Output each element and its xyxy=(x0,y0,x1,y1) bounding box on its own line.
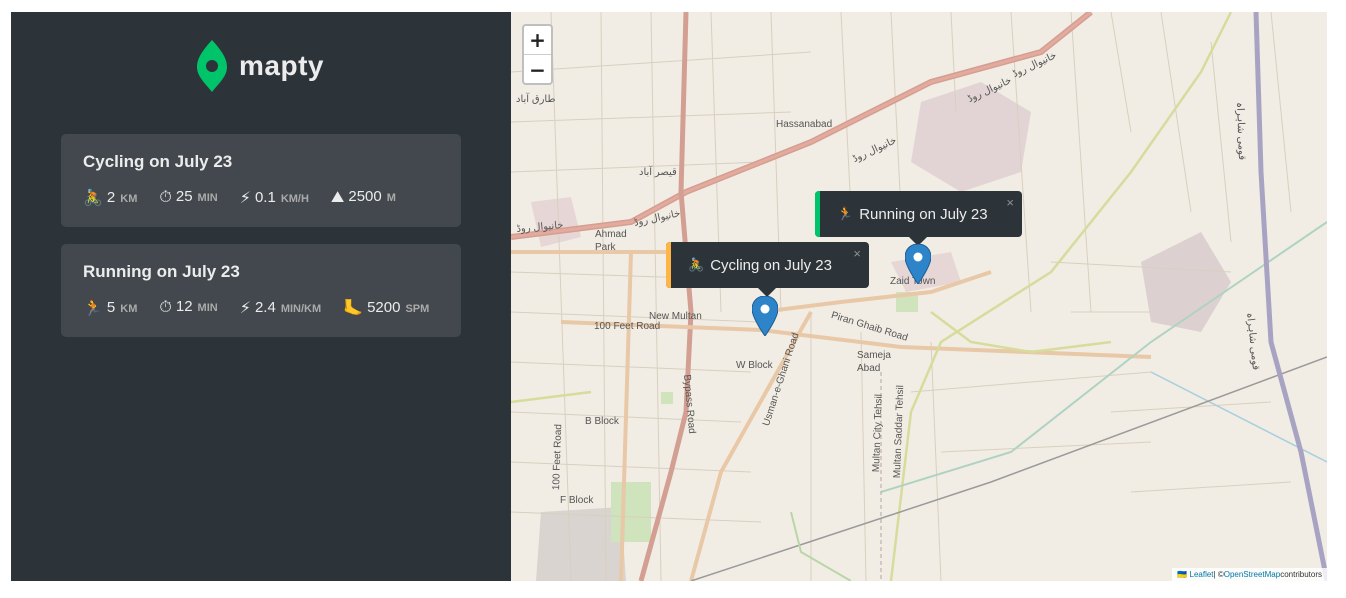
popup-close-button[interactable]: × xyxy=(1006,195,1014,210)
zoom-in-button[interactable]: + xyxy=(524,26,551,55)
footprint-icon: 🦶 xyxy=(343,300,364,317)
map-label-tariq-abad: طارق آباد xyxy=(516,94,556,105)
duration-value: 12 xyxy=(175,298,193,315)
popup-cycling: 🚴 Cycling on July 23 × xyxy=(666,242,869,297)
map-label-b-block: B Block xyxy=(585,416,619,427)
workout-distance: 🚴 2 km xyxy=(83,187,137,207)
popup-accent-bar xyxy=(666,242,671,288)
map-tiles[interactable] xyxy=(511,12,1327,581)
map-label-100-feet-road-vertical: 100 Feet Road xyxy=(551,423,565,491)
workout-elevation: ⛰ 2500 m xyxy=(331,188,396,206)
distance-value: 5 xyxy=(106,299,116,316)
duration-value: 25 xyxy=(175,188,193,205)
workout-details: 🚴 2 km ⏱ 25 min ⚡ 0.1 km/h ⛰ 2500 m xyxy=(83,187,418,207)
popup-running: 🏃 Running on July 23 × xyxy=(815,191,1022,246)
map-label-ahmad-park: Ahmad Park xyxy=(595,229,627,253)
workout-card-cycling[interactable]: Cycling on July 23 🚴 2 km ⏱ 25 min ⚡ 0.1… xyxy=(61,134,461,227)
elevation-unit: m xyxy=(386,192,396,204)
workout-title: Running on July 23 xyxy=(83,262,240,281)
map-label-sameja-abad: Sameja Abad xyxy=(857,350,891,374)
popup-label: Cycling on July 23 xyxy=(710,256,832,274)
map-marker-running[interactable] xyxy=(905,244,931,284)
popup-accent-bar xyxy=(815,191,820,237)
map-label-f-block: F Block xyxy=(560,495,594,506)
distance-unit: km xyxy=(120,303,138,315)
workout-pace: ⚡ 2.4 min/km xyxy=(240,297,321,317)
osm-link[interactable]: OpenStreetMap xyxy=(1224,570,1280,579)
duration-unit: min xyxy=(197,192,218,204)
leaflet-link[interactable]: 🇺🇦 Leaflet xyxy=(1177,570,1213,579)
elevation-value: 2500 xyxy=(348,188,382,205)
map-label-qaisar-abad: قیصر آباد xyxy=(639,167,677,178)
workout-speed: ⚡ 0.1 km/h xyxy=(240,187,309,207)
lightning-icon: ⚡ xyxy=(239,300,251,317)
attribution-contributors: contributors xyxy=(1280,570,1322,579)
attribution-separator: | © xyxy=(1213,570,1224,579)
map-pin-logo-icon xyxy=(197,40,227,92)
map-marker-cycling[interactable] xyxy=(752,296,778,336)
cycling-icon: 🚴 xyxy=(83,190,103,207)
map-label-w-block: W Block xyxy=(736,360,773,371)
app-name: mapty xyxy=(239,50,324,81)
cadence-unit: spm xyxy=(405,303,430,315)
workout-title: Cycling on July 23 xyxy=(83,152,233,171)
map-attribution: 🇺🇦 Leaflet | © OpenStreetMap contributor… xyxy=(1172,568,1327,581)
map-label-100-feet-road: 100 Feet Road xyxy=(594,321,661,332)
stopwatch-icon: ⏱ xyxy=(159,189,172,206)
popup-close-button[interactable]: × xyxy=(853,246,861,261)
logo: mapty xyxy=(197,40,324,92)
speed-value: 0.1 xyxy=(254,189,276,206)
pace-unit: min/km xyxy=(280,303,322,315)
workout-duration: ⏱ 25 min xyxy=(159,188,217,206)
stopwatch-icon: ⏱ xyxy=(159,299,172,316)
workout-duration: ⏱ 12 min xyxy=(159,298,217,316)
workout-details: 🏃 5 km ⏱ 12 min ⚡ 2.4 min/km 🦶 5200 spm xyxy=(83,297,451,317)
map-label-hassanabad: Hassanabad xyxy=(776,119,833,130)
map-label-qaumi-shahrah-1: قومی شاہراہ xyxy=(1234,102,1248,161)
cadence-value: 5200 xyxy=(367,299,401,316)
distance-unit: km xyxy=(120,193,138,205)
mountain-icon: ⛰ xyxy=(330,189,345,206)
pace-value: 2.4 xyxy=(254,299,276,316)
duration-unit: min xyxy=(197,302,218,314)
lightning-icon: ⚡ xyxy=(239,190,251,207)
cycling-icon: 🚴 xyxy=(688,257,705,272)
running-icon: 🏃 xyxy=(83,300,103,317)
map[interactable]: Hassanabad Ahmad Park New Multan 100 Fee… xyxy=(511,12,1327,581)
zoom-control: + − xyxy=(522,24,553,85)
speed-unit: km/h xyxy=(280,193,309,205)
zoom-out-button[interactable]: − xyxy=(524,55,551,83)
workout-card-running[interactable]: Running on July 23 🏃 5 km ⏱ 12 min ⚡ 2.4… xyxy=(61,244,461,337)
sidebar: mapty Cycling on July 23 🚴 2 km ⏱ 25 min… xyxy=(11,12,511,581)
distance-value: 2 xyxy=(106,189,116,206)
workout-distance: 🏃 5 km xyxy=(83,297,137,317)
popup-label: Running on July 23 xyxy=(859,205,988,223)
workout-cadence: 🦶 5200 spm xyxy=(343,297,429,317)
running-icon: 🏃 xyxy=(837,206,854,221)
